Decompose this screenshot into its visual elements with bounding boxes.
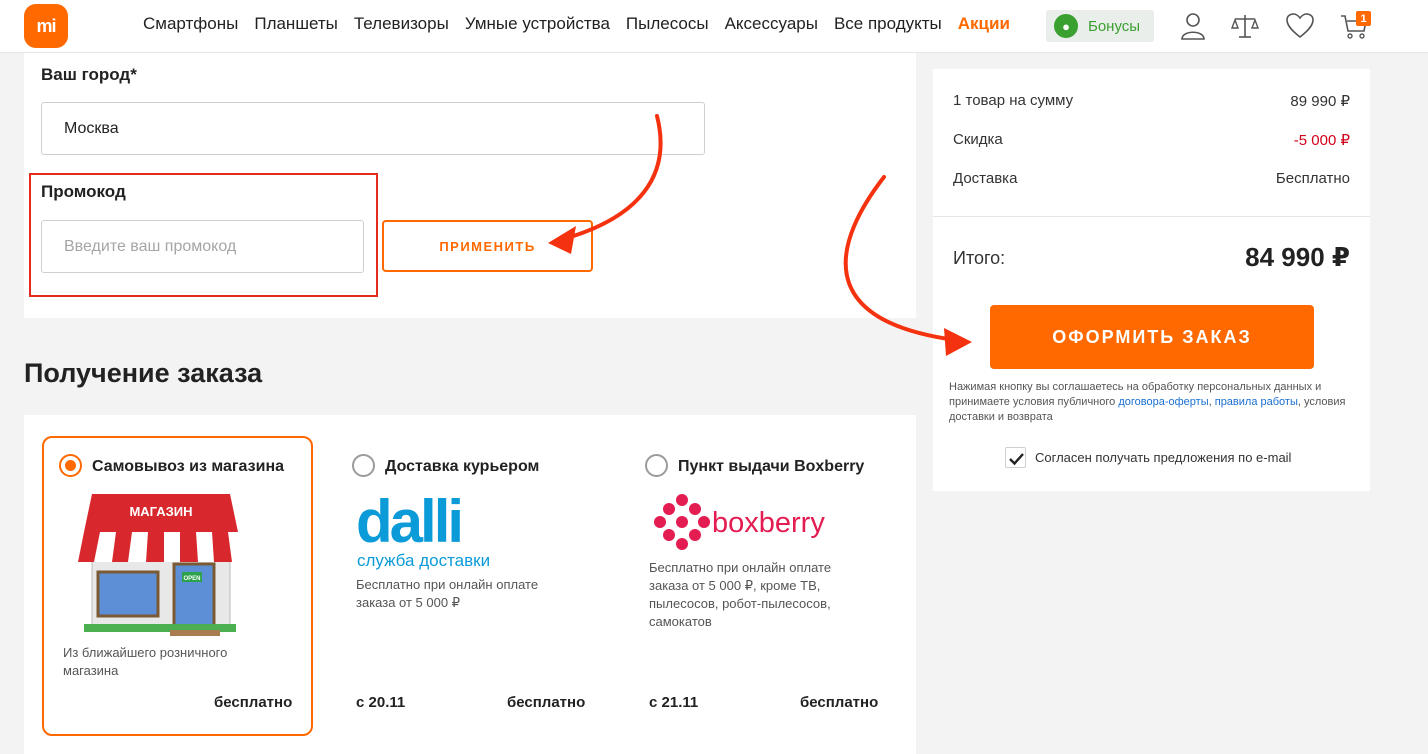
- total-value: 84 990 ₽: [1245, 242, 1350, 272]
- courier-description: Бесплатно при онлайн оплате заказа от 5 …: [356, 577, 539, 610]
- courier-radio[interactable]: [352, 454, 375, 477]
- store-sign-text: МАГАЗИН: [129, 504, 192, 519]
- svg-text:служба доставки: служба доставки: [357, 551, 490, 570]
- summary-items-label: 1 товар на сумму: [953, 92, 1074, 109]
- boxberry-logo: boxberry: [654, 494, 825, 550]
- user-icon[interactable]: [1178, 11, 1208, 41]
- summary-shipping-label: Доставка: [953, 170, 1018, 187]
- pickup-price: бесплатно: [214, 694, 293, 711]
- nav-item-smart-devices[interactable]: Умные устройства: [465, 14, 610, 34]
- summary-discount-label: Скидка: [953, 131, 1003, 148]
- site-header: mi Смартфоны Планшеты Телевизоры Умные у…: [0, 0, 1428, 53]
- piggy-bank-icon: ●: [1054, 14, 1078, 38]
- courier-price: бесплатно: [507, 694, 586, 711]
- boxberry-description: Бесплатно при онлайн оплате заказа от 5 …: [649, 560, 832, 629]
- checkmark-icon: [1009, 453, 1024, 466]
- nav-item-promo[interactable]: Акции: [958, 14, 1010, 34]
- summary-shipping-row: Доставка Бесплатно: [953, 170, 1350, 187]
- svg-text:dalli: dalli: [356, 492, 461, 555]
- courier-title: Доставка курьером: [385, 458, 540, 475]
- boxberry-date: с 21.11: [649, 694, 699, 711]
- delivery-section-title: Получение заказа: [24, 358, 263, 388]
- summary-discount-row: Скидка -5 000 ₽: [953, 131, 1350, 149]
- boxberry-title: Пункт выдачи Boxberry: [678, 458, 865, 475]
- newsletter-checkbox[interactable]: [1005, 447, 1026, 468]
- city-input[interactable]: Москва: [41, 102, 705, 155]
- nav-item-tvs[interactable]: Телевизоры: [354, 14, 449, 34]
- svg-text:OPEN: OPEN: [183, 576, 200, 582]
- nav-item-all-products[interactable]: Все продукты: [834, 14, 942, 34]
- mi-logo[interactable]: mi: [24, 4, 68, 48]
- work-rules-link[interactable]: правила работы: [1215, 396, 1298, 408]
- cart-count-badge: 1: [1356, 11, 1371, 26]
- terms-separator: ,: [1208, 396, 1212, 408]
- main-nav: Смартфоны Планшеты Телевизоры Умные устр…: [143, 14, 1010, 34]
- bonus-button[interactable]: ● Бонусы: [1046, 10, 1154, 42]
- heart-icon[interactable]: [1285, 11, 1315, 41]
- summary-items-value: 89 990 ₽: [1290, 93, 1350, 110]
- offer-contract-link[interactable]: договора-оферты: [1118, 396, 1208, 408]
- dalli-logo: dalli служба доставки: [356, 492, 490, 570]
- nav-item-smartphones[interactable]: Смартфоны: [143, 14, 238, 34]
- svg-text:boxberry: boxberry: [712, 507, 825, 539]
- store-illustration: OPEN МАГАЗИН: [78, 494, 244, 636]
- summary-shipping-value: Бесплатно: [1275, 170, 1350, 187]
- nav-item-accessories[interactable]: Аксессуары: [725, 14, 818, 34]
- pickup-title: Самовывоз из магазина: [92, 458, 284, 475]
- nav-item-vacuums[interactable]: Пылесосы: [626, 14, 709, 34]
- pickup-radio[interactable]: [59, 454, 82, 477]
- city-label: Ваш город*: [41, 65, 137, 84]
- nav-item-tablets[interactable]: Планшеты: [254, 14, 338, 34]
- place-order-button[interactable]: ОФОРМИТЬ ЗАКАЗ: [990, 305, 1314, 369]
- courier-date: с 20.11: [356, 694, 406, 711]
- total-label: Итого:: [953, 248, 1006, 268]
- summary-items-row: 1 товар на сумму 89 990 ₽: [953, 92, 1350, 110]
- summary-discount-value: -5 000 ₽: [1293, 132, 1350, 149]
- summary-divider: [933, 216, 1370, 217]
- pickup-description: Из ближайшего розничного магазина: [63, 645, 228, 678]
- apply-promo-button[interactable]: ПРИМЕНИТЬ: [382, 220, 593, 272]
- terms-text: Нажимая кнопку вы соглашаетесь на обрабо…: [949, 380, 1354, 425]
- compare-scales-icon[interactable]: [1230, 11, 1260, 41]
- newsletter-label: Согласен получать предложения по e-mail: [1035, 450, 1292, 465]
- boxberry-price: бесплатно: [800, 694, 879, 711]
- promo-label: Промокод: [41, 182, 126, 201]
- boxberry-radio[interactable]: [645, 454, 668, 477]
- bonus-label: Бонусы: [1088, 17, 1141, 35]
- promo-code-input[interactable]: Введите ваш промокод: [41, 220, 364, 273]
